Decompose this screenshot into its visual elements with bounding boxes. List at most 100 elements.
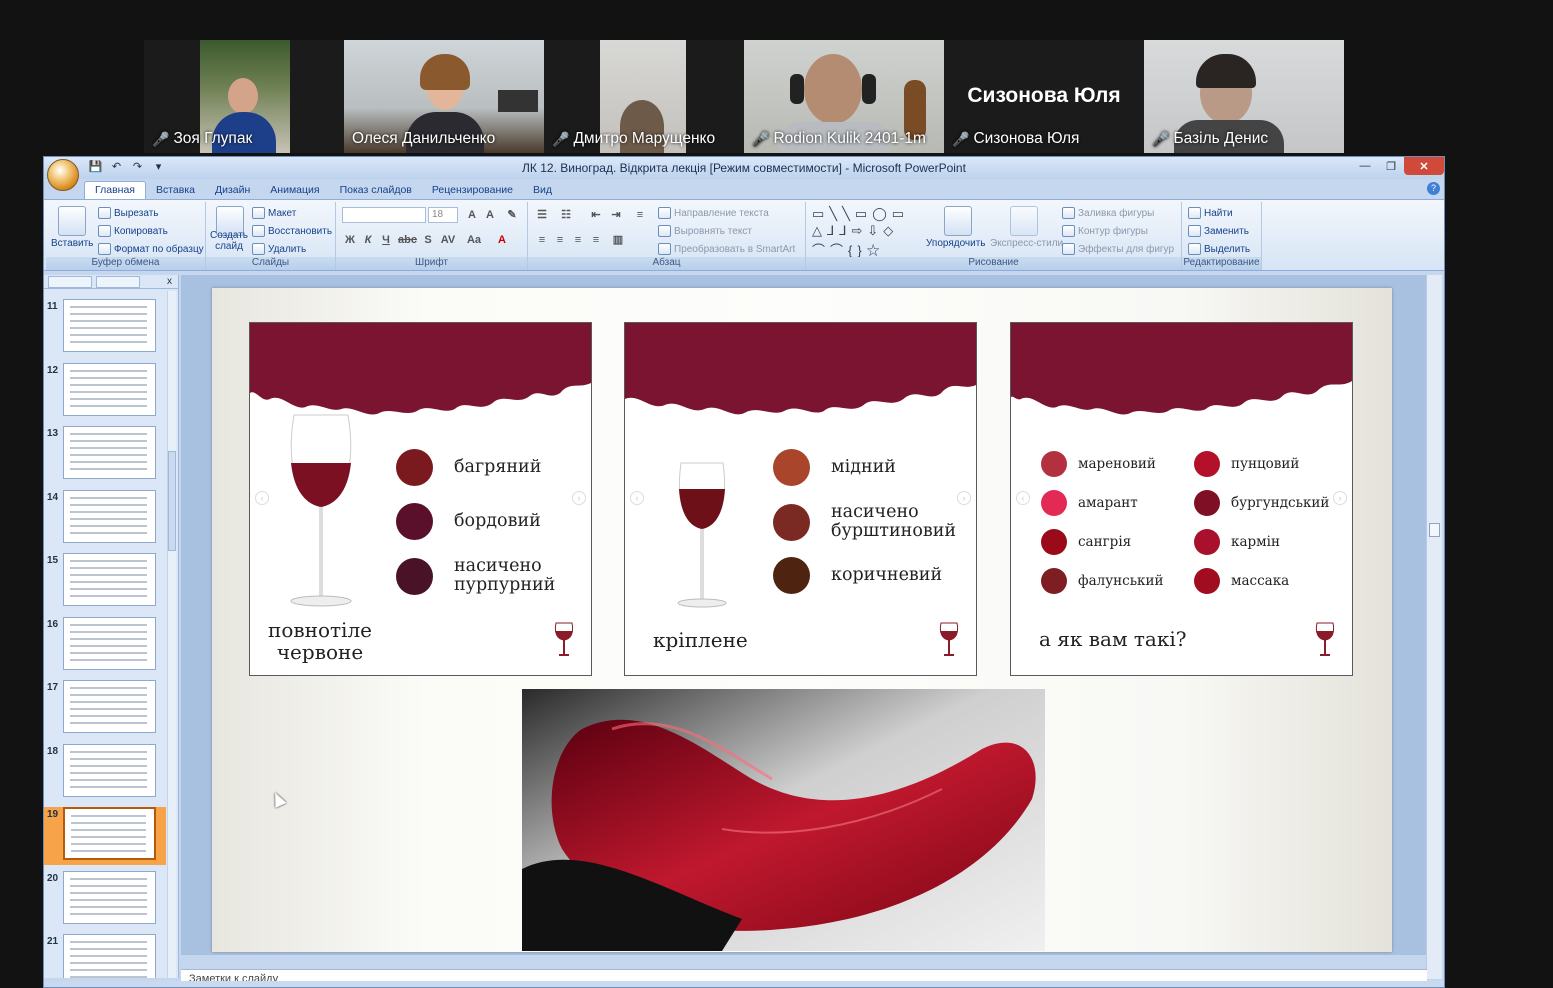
color-dot [1194, 529, 1220, 555]
help-icon[interactable]: ? [1427, 182, 1440, 195]
paste-button[interactable]: Вставить [51, 238, 93, 249]
tab-slides[interactable] [48, 275, 92, 288]
layout-button[interactable]: Макет [252, 207, 296, 219]
reset-button[interactable]: Восстановить [252, 225, 332, 237]
align-text-button[interactable]: Выровнять текст [658, 225, 752, 237]
smartart-icon [658, 243, 671, 255]
decrease-indent-icon[interactable]: ⇤ [588, 207, 604, 223]
columns-icon[interactable]: ▥ [610, 232, 626, 248]
slide-scrollbar[interactable] [1426, 275, 1442, 979]
underline-icon[interactable]: Ч [378, 232, 394, 248]
new-slide-button[interactable]: Создать слайд [210, 230, 248, 252]
paste-icon[interactable] [58, 206, 86, 236]
slide-thumbnail[interactable]: 17 [44, 680, 166, 738]
change-case-icon[interactable]: Aa [466, 232, 482, 248]
slide-thumbnail[interactable]: 13 [44, 426, 166, 484]
tab-slideshow[interactable]: Показ слайдов [330, 182, 422, 199]
select-button[interactable]: Выделить [1188, 243, 1250, 255]
spacing-icon[interactable]: AV [440, 232, 456, 248]
align-right-icon[interactable]: ≡ [570, 232, 586, 248]
bullets-icon[interactable]: ☰ [534, 207, 550, 223]
participant-tile[interactable]: 🎤 Дмитро Марущенко [544, 40, 744, 153]
current-slide[interactable]: ‹ › багряний бордовий насичено пурпурний… [212, 288, 1392, 952]
thumbnail-text-line [70, 517, 147, 520]
shape-outline-button[interactable]: Контур фигуры [1062, 225, 1148, 237]
copy-button[interactable]: Копировать [98, 225, 168, 237]
color-dot [773, 449, 810, 486]
quick-styles-button[interactable]: Экспресс-стили [990, 238, 1063, 249]
arrange-icon[interactable] [944, 206, 972, 236]
restore-icon[interactable]: ❐ [1378, 157, 1404, 175]
slide-thumbnail[interactable]: 19 [44, 807, 166, 865]
smartart-button[interactable]: Преобразовать в SmartArt [658, 243, 795, 255]
minimize-icon[interactable]: — [1352, 157, 1378, 175]
participant-name: 🎤 Rodion Kulik 2401-1m [752, 130, 926, 147]
format-painter-button[interactable]: Формат по образцу [98, 243, 204, 255]
participant-tile-active[interactable]: Олеся Данильченко [344, 40, 544, 153]
slide-thumbnail[interactable]: 11 [44, 299, 166, 357]
close-panel-icon[interactable]: x [167, 276, 172, 287]
slide-thumbnail[interactable]: 12 [44, 362, 166, 421]
clear-format-icon[interactable]: ✎ [504, 207, 520, 223]
thumbnail-text-line [70, 531, 147, 534]
tab-review[interactable]: Рецензирование [422, 182, 523, 199]
tab-outline[interactable] [96, 275, 140, 288]
font-family-combo[interactable] [342, 207, 426, 223]
color-item: багряний [396, 449, 541, 486]
shapes-gallery[interactable]: ▭╲╲▭◯▭ [812, 206, 909, 222]
font-size-combo[interactable]: 18 [428, 207, 458, 223]
shape-effects-button[interactable]: Эффекты для фигур [1062, 243, 1174, 255]
tab-insert[interactable]: Вставка [146, 182, 205, 199]
office-button[interactable] [47, 159, 79, 191]
color-item: мареновий [1041, 451, 1156, 477]
slide-thumbnail[interactable]: 14 [44, 489, 166, 548]
quick-styles-icon[interactable] [1010, 206, 1038, 236]
participant-tile[interactable]: Сизонова Юля 🎤 Сизонова Юля [944, 40, 1144, 153]
participant-tile[interactable]: 🎤 Базіль Денис [1144, 40, 1344, 153]
strikethrough-icon[interactable]: abc [398, 232, 417, 248]
font-color-icon[interactable]: A [494, 232, 510, 248]
shadow-icon[interactable]: S [420, 232, 436, 248]
thumbnail-text-line [70, 560, 147, 562]
close-icon[interactable]: ✕ [1404, 157, 1444, 175]
slide-thumbnail[interactable]: 18 [44, 743, 166, 802]
scroll-thumb[interactable] [168, 451, 176, 551]
mic-muted-icon: 🎤 [952, 130, 970, 147]
grow-font-icon[interactable]: A [464, 207, 480, 223]
numbering-icon[interactable]: ☷ [558, 207, 574, 223]
align-left-icon[interactable]: ≡ [534, 232, 550, 248]
italic-icon[interactable]: К [360, 232, 376, 248]
panel-scrollbar[interactable] [167, 291, 176, 978]
arrange-button[interactable]: Упорядочить [926, 238, 986, 249]
participant-tile[interactable]: 🎤 Зоя Глупак [144, 40, 344, 153]
justify-icon[interactable]: ≡ [588, 232, 604, 248]
mic-muted-icon: 🎤 [1152, 130, 1170, 147]
increase-indent-icon[interactable]: ⇥ [608, 207, 624, 223]
thumbnail-text-line [70, 369, 147, 372]
find-button[interactable]: Найти [1188, 207, 1233, 219]
window-controls: — ❐ ✕ [1352, 157, 1444, 175]
tab-home[interactable]: Главная [84, 181, 146, 199]
line-spacing-icon[interactable]: ≡ [632, 207, 648, 223]
participant-tile[interactable]: 🎤 Rodion Kulik 2401-1m [744, 40, 944, 153]
text-direction-button[interactable]: Направление текста [658, 207, 769, 219]
align-center-icon[interactable]: ≡ [552, 232, 568, 248]
slide-thumbnail[interactable]: 21 [44, 934, 166, 978]
tab-design[interactable]: Дизайн [205, 182, 260, 199]
fine-wine-logo-icon [554, 622, 574, 656]
slide-thumbnail[interactable]: 16 [44, 616, 166, 675]
tab-animation[interactable]: Анимация [260, 182, 329, 199]
shapes-gallery-row2[interactable]: △⅃⅃⇨⇩◇ [812, 223, 898, 239]
delete-slide-button[interactable]: Удалить [252, 243, 306, 255]
scroll-thumb[interactable] [1429, 523, 1440, 537]
slide-thumbnail[interactable]: 20 [44, 870, 166, 929]
shrink-font-icon[interactable]: A [482, 207, 498, 223]
tab-view[interactable]: Вид [523, 182, 562, 199]
bold-icon[interactable]: Ж [342, 232, 358, 248]
slide-thumbnail[interactable]: 15 [44, 553, 166, 611]
wine-splash [625, 323, 976, 415]
replace-button[interactable]: Заменить [1188, 225, 1249, 237]
thumbnail-text-line [70, 496, 147, 499]
shape-fill-button[interactable]: Заливка фигуры [1062, 207, 1154, 219]
cut-button[interactable]: Вырезать [98, 207, 158, 219]
